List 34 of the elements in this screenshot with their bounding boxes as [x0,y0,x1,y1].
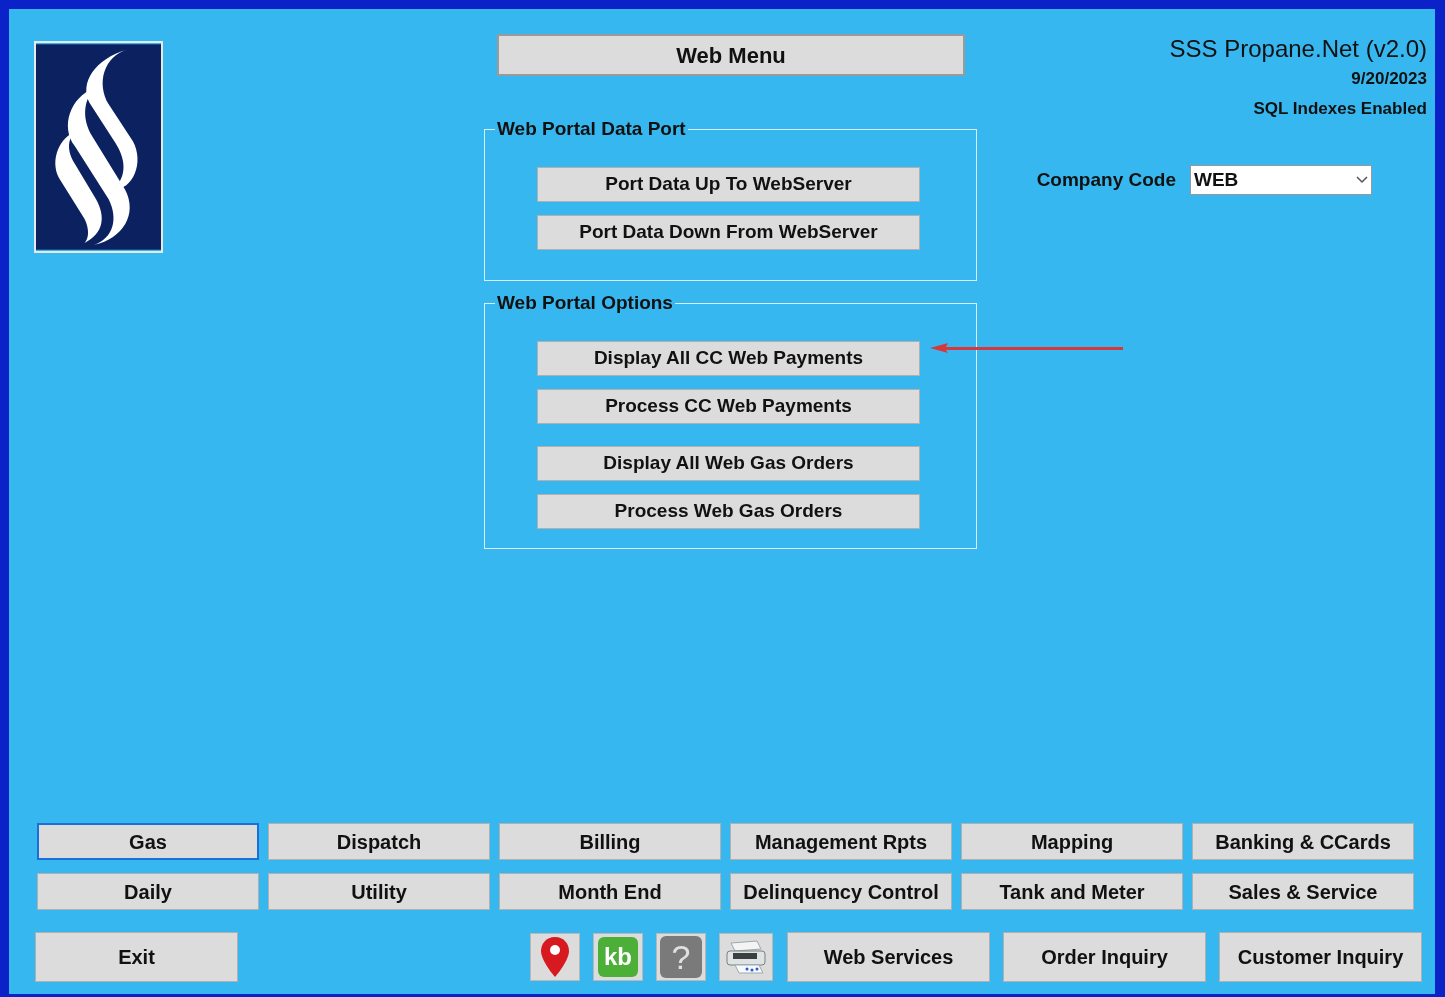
printer-button[interactable] [719,933,773,981]
printer-icon [723,939,769,975]
logo-icon [34,41,163,253]
menu-option-button[interactable]: Process Web Gas Orders [537,494,920,529]
status-label: SQL Indexes Enabled [1253,97,1427,120]
chevron-down-icon [1356,176,1368,184]
nav-button[interactable]: Web Services [787,932,990,982]
map-pin-icon [540,936,570,978]
nav-button[interactable]: Customer Inquiry [1219,932,1422,982]
module-button[interactable]: Billing [499,823,721,860]
module-button[interactable]: Tank and Meter [961,873,1183,910]
module-button[interactable]: Sales & Service [1192,873,1414,910]
module-button[interactable]: Management Rpts [730,823,952,860]
exit-button[interactable]: Exit [35,932,238,982]
module-button[interactable]: Gas [37,823,259,860]
company-code-label: Company Code [1036,167,1176,192]
company-code-dropdown[interactable]: WEB [1190,165,1372,195]
module-button[interactable]: Dispatch [268,823,490,860]
module-button[interactable]: Daily [37,873,259,910]
menu-option-button[interactable]: Display All Web Gas Orders [537,446,920,481]
app-title: SSS Propane.Net (v2.0) [1169,34,1427,64]
map-pin-button[interactable] [530,933,580,981]
module-button[interactable]: Month End [499,873,721,910]
menu-option-button[interactable]: Port Data Up To WebServer [537,167,920,202]
window-title: Web Menu [497,34,965,76]
menu-option-button[interactable]: Process CC Web Payments [537,389,920,424]
module-button[interactable]: Banking & CCards [1192,823,1414,860]
module-button[interactable]: Mapping [961,823,1183,860]
nav-button[interactable]: Order Inquiry [1003,932,1206,982]
module-button[interactable]: Delinquency Control [730,873,952,910]
date-label: 9/20/2023 [1351,68,1427,90]
menu-option-button[interactable]: Port Data Down From WebServer [537,215,920,250]
menu-option-button[interactable]: Display All CC Web Payments [537,341,920,376]
module-button[interactable]: Utility [268,873,490,910]
